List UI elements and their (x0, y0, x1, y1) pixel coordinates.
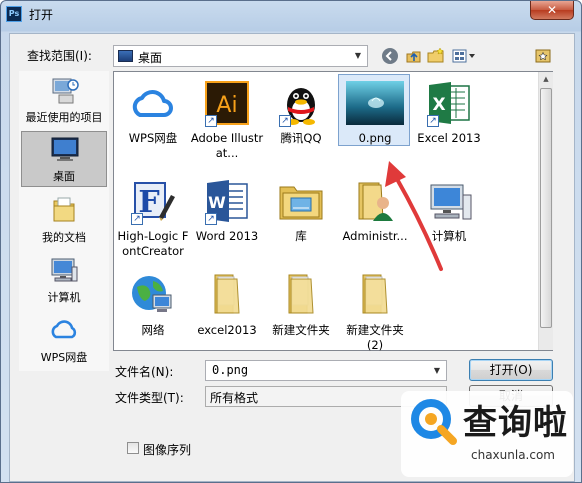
back-icon (382, 48, 398, 64)
place-recent[interactable]: 最近使用的项目 (21, 73, 107, 129)
folder-icon (214, 274, 240, 314)
view-menu-button[interactable] (451, 47, 477, 65)
recent-icon (52, 78, 79, 104)
file-item-wps-cloud[interactable]: WPS网盘 (115, 75, 191, 171)
place-desktop[interactable]: 桌面 (21, 131, 107, 187)
place-wps-cloud[interactable]: WPS网盘 (21, 313, 107, 369)
open-button[interactable]: 打开(O) (469, 359, 553, 381)
svg-text:Ai: Ai (216, 93, 237, 118)
place-label: 桌面 (53, 170, 75, 183)
cloud-icon (51, 320, 77, 339)
chevron-down-icon[interactable]: ▼ (428, 361, 446, 380)
chevron-up-icon[interactable]: ▲ (539, 72, 553, 87)
file-item-name: 网络 (141, 323, 165, 337)
folder-star-icon (535, 49, 551, 63)
filetype-label: 文件类型(T): (115, 391, 184, 405)
file-item-name: WPS网盘 (128, 131, 178, 145)
file-item-administrator[interactable]: Administr... (337, 173, 413, 269)
file-item-name: 腾讯QQ (280, 131, 322, 145)
watermark: 查询啦 chaxunla.com (401, 391, 573, 477)
file-item-name: Administr... (342, 229, 408, 243)
file-item-name: 新建文件夹 (2) (346, 323, 404, 351)
photoshop-app-icon: Ps (6, 6, 22, 22)
svg-text:W: W (208, 193, 226, 212)
magnifier-logo-icon (411, 399, 457, 445)
place-label: WPS网盘 (40, 351, 88, 364)
place-computer[interactable]: 计算机 (21, 253, 107, 309)
filename-value: 0.png (212, 363, 249, 377)
user-folder-icon (358, 182, 393, 221)
back-button[interactable] (381, 47, 399, 65)
shortcut-arrow-icon: ↗ (427, 115, 439, 127)
file-item-fontcreator[interactable]: F ↗ High-Logic FontCreator (115, 173, 191, 269)
image-sequence-label: 图像序列 (143, 443, 192, 457)
file-item-adobe-illustrator[interactable]: Ai ↗ Adobe Illustrat... (189, 75, 265, 171)
library-icon (279, 186, 323, 220)
file-item-excel-2013[interactable]: X ↗ Excel 2013 (411, 75, 487, 171)
image-thumbnail-icon (346, 81, 404, 125)
title-bar[interactable]: Ps 打开 ✕ (1, 1, 581, 29)
image-sequence-checkbox[interactable] (127, 442, 139, 454)
scroll-thumb[interactable] (540, 88, 552, 328)
file-item-name: Word 2013 (195, 229, 259, 243)
file-item-network[interactable]: 网络 (115, 267, 191, 363)
file-item-library[interactable]: 库 (263, 173, 339, 269)
places-bar: 最近使用的项目 桌面 我的文档 计算机 WPS网盘 (19, 71, 109, 371)
file-item-new-folder[interactable]: 新建文件夹 (263, 267, 339, 363)
file-item-name: 库 (295, 229, 307, 243)
close-button[interactable]: ✕ (530, 1, 574, 20)
sidebar-toggle-button[interactable] (534, 47, 552, 65)
shortcut-arrow-icon: ↗ (205, 115, 217, 127)
window-title: 打开 (29, 8, 54, 22)
place-label: 计算机 (47, 291, 81, 304)
svg-text:X: X (432, 95, 445, 115)
vertical-scrollbar[interactable]: ▲ (538, 72, 553, 350)
filename-input[interactable]: 0.png ▼ (205, 360, 447, 381)
documents-icon (53, 197, 75, 222)
file-item-excel2013-folder[interactable]: excel2013 (189, 267, 265, 363)
place-label: 我的文档 (42, 231, 86, 244)
place-documents[interactable]: 我的文档 (21, 193, 107, 249)
file-item-name: High-Logic FontCreator (117, 229, 189, 258)
new-folder-button[interactable] (427, 47, 445, 65)
folder-icon (288, 274, 314, 314)
cloud-icon (132, 90, 173, 117)
desktop-icon (51, 137, 79, 161)
shortcut-arrow-icon: ↗ (205, 213, 217, 225)
open-dialog-window: Ps 打开 ✕ 查找范围(I): 桌面 ▼ 最近使用的项目 桌面 我的文档 计算… (0, 0, 582, 483)
folder-icon (362, 274, 388, 314)
look-in-label: 查找范围(I): (27, 49, 92, 63)
up-folder-icon (406, 51, 421, 63)
file-item-name: excel2013 (197, 323, 257, 337)
file-item-name: 0.png (358, 131, 392, 145)
file-item-name: 新建文件夹 (272, 323, 330, 337)
watermark-url: chaxunla.com (471, 448, 555, 462)
computer-icon (430, 184, 472, 220)
shortcut-arrow-icon: ↗ (131, 213, 143, 225)
shortcut-arrow-icon: ↗ (279, 115, 291, 127)
desktop-icon (118, 50, 133, 62)
up-folder-button[interactable] (405, 47, 423, 65)
file-item-name: 计算机 (431, 229, 467, 243)
file-item-computer[interactable]: 计算机 (411, 173, 487, 269)
look-in-value: 桌面 (138, 51, 163, 65)
file-item-word-2013[interactable]: W ↗ Word 2013 (189, 173, 265, 269)
filetype-value: 所有格式 (210, 391, 259, 405)
new-folder-icon (427, 47, 444, 63)
network-icon (132, 276, 172, 312)
look-in-dropdown[interactable]: 桌面 ▼ (113, 45, 368, 67)
watermark-text: 查询啦 (463, 403, 568, 443)
chevron-down-icon[interactable]: ▼ (349, 46, 367, 66)
file-item-name: Adobe Illustrat... (190, 131, 264, 160)
file-item-tencent-qq[interactable]: ↗ 腾讯QQ (263, 75, 339, 171)
view-menu-icon (452, 49, 475, 63)
computer-icon (51, 258, 78, 282)
place-label: 最近使用的项目 (25, 111, 103, 124)
file-item-name: Excel 2013 (417, 131, 481, 145)
file-item-0-png[interactable]: 0.png (337, 75, 413, 171)
file-item-new-folder-2[interactable]: 新建文件夹 (2) (337, 267, 413, 363)
filename-label: 文件名(N): (115, 365, 174, 379)
